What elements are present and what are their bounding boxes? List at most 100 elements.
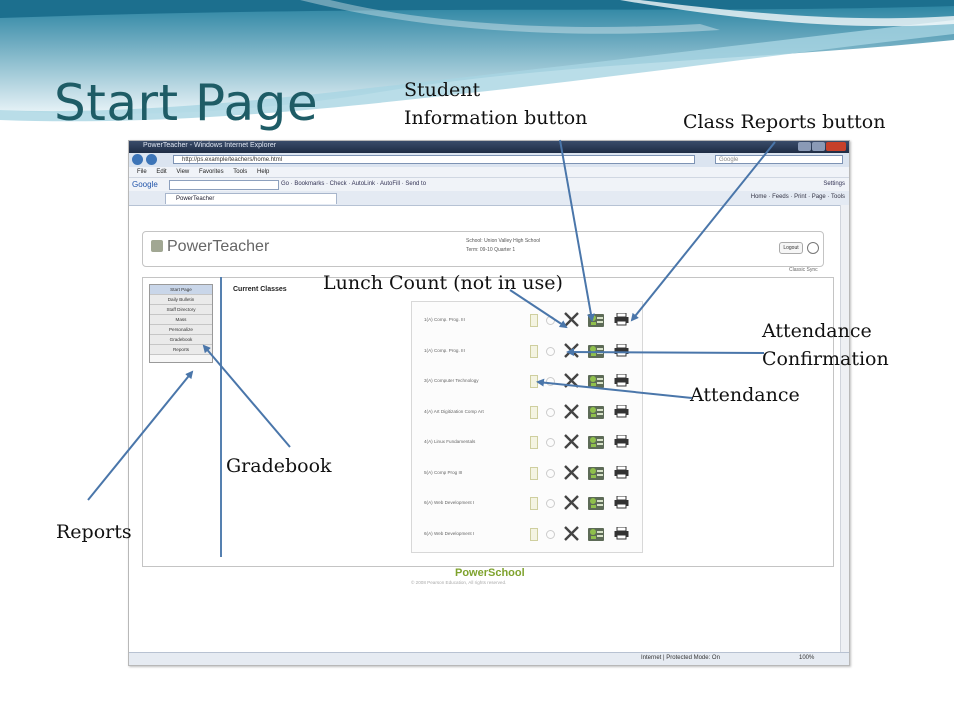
powerschool-brand: PowerSchool [455, 567, 525, 579]
menu-view[interactable]: View [176, 169, 189, 175]
attendance-confirmation-icon[interactable] [546, 529, 555, 539]
attendance-confirmation-icon[interactable] [546, 438, 555, 447]
class-reports-icon[interactable] [614, 343, 629, 357]
student-information-icon[interactable] [587, 402, 605, 420]
attendance-confirmation-icon[interactable] [546, 499, 555, 508]
google-toolbar-tools[interactable]: Go · Bookmarks · Check · AutoLink · Auto… [281, 181, 426, 187]
lunch-count-icon[interactable] [530, 466, 538, 480]
student-information-icon[interactable] [587, 524, 605, 542]
class-row: 4(A) Linux Fundamentals [412, 428, 642, 458]
callout-class-reports: Class Reports button [683, 111, 886, 133]
class-name[interactable]: 6(A) Web Development I [424, 500, 474, 505]
attendance-confirmation-icon[interactable] [546, 316, 555, 325]
logout-button[interactable]: Logout [779, 242, 803, 254]
minimize-button[interactable] [798, 142, 811, 151]
attendance-confirmation-icon[interactable] [546, 468, 555, 478]
browser-title: PowerTeacher - Windows Internet Explorer [143, 142, 277, 149]
class-reports-icon[interactable] [614, 465, 629, 479]
attendance-icon[interactable] [563, 372, 580, 389]
student-information-icon[interactable] [587, 463, 605, 481]
callout-student-information-line2: Information button [404, 107, 588, 129]
lunch-count-icon[interactable] [530, 405, 538, 419]
student-information-icon[interactable] [587, 493, 605, 511]
student-information-icon[interactable] [587, 341, 605, 359]
menu-tools[interactable]: Tools [233, 169, 247, 175]
callout-attendance-confirmation-line1: Attendance [762, 320, 872, 342]
nav-reports[interactable]: Reports [150, 345, 212, 355]
nav-mass[interactable]: Mass [150, 315, 212, 325]
powerteacher-header: PowerTeacher School: Union Valley High S… [142, 231, 824, 267]
callout-attendance: Attendance [690, 384, 800, 406]
google-settings[interactable]: Settings [823, 181, 845, 187]
security-zone: Internet | Protected Mode: On [641, 655, 720, 661]
sub-header: Classic Sync [789, 267, 818, 273]
class-name[interactable]: 4(A) Linux Fundamentals [424, 439, 475, 444]
class-reports-icon[interactable] [614, 526, 629, 540]
lunch-count-icon[interactable] [530, 497, 538, 510]
nav-gradebook[interactable]: Gradebook [150, 335, 212, 345]
menu-favorites[interactable]: Favorites [199, 169, 224, 175]
class-name[interactable]: 1(A) Comp. Prog. III [424, 348, 465, 353]
class-name[interactable]: 3(A) Computer Technology [424, 378, 479, 383]
class-name[interactable]: 6(A) Web Development I [424, 531, 474, 536]
lunch-count-icon[interactable] [530, 527, 538, 541]
attendance-icon[interactable] [563, 311, 580, 328]
class-name[interactable]: 1(A) Comp. Prog. III [424, 317, 465, 322]
callout-attendance-confirmation-line2: Confirmation [762, 348, 889, 370]
callout-lunch-count: Lunch Count (not in use) [323, 272, 563, 294]
nav-divider [220, 277, 222, 557]
forward-icon[interactable] [146, 154, 157, 165]
class-row: 3(A) Computer Technology [412, 367, 642, 397]
nav-start-page[interactable]: Start Page [150, 285, 212, 295]
class-reports-icon[interactable] [614, 496, 629, 509]
attendance-icon[interactable] [563, 525, 580, 542]
nav-personalize[interactable]: Personalize [150, 325, 212, 335]
attendance-icon[interactable] [563, 433, 580, 450]
lunch-count-icon[interactable] [530, 375, 538, 388]
menu-help[interactable]: Help [257, 169, 269, 175]
attendance-icon[interactable] [563, 464, 580, 481]
class-name[interactable]: 4(A) Art Digitization Comp Art [424, 409, 484, 414]
back-icon[interactable] [132, 154, 143, 165]
attendance-icon[interactable] [563, 494, 580, 511]
class-reports-icon[interactable] [614, 313, 629, 326]
class-row: 4(A) Art Digitization Comp Art [412, 398, 642, 428]
command-bar[interactable]: Home · Feeds · Print · Page · Tools [751, 194, 845, 200]
class-name[interactable]: 5(A) Comp Prog III [424, 470, 462, 475]
lunch-count-icon[interactable] [530, 314, 538, 327]
student-information-icon[interactable] [587, 371, 605, 389]
student-information-icon[interactable] [587, 432, 605, 450]
zoom-level[interactable]: 100% [799, 655, 814, 661]
google-search-input[interactable] [169, 180, 279, 190]
search-input[interactable]: Google [715, 155, 843, 164]
vertical-scrollbar[interactable] [840, 205, 849, 653]
nav-staff-directory[interactable]: Staff Directory [150, 305, 212, 315]
lunch-count-icon[interactable] [530, 436, 538, 449]
address-bar[interactable]: http://ps.example/teachers/home.html [173, 155, 695, 164]
menu-file[interactable]: File [137, 169, 147, 175]
help-icon[interactable] [807, 242, 819, 254]
attendance-confirmation-icon[interactable] [546, 377, 555, 386]
menu-edit[interactable]: Edit [156, 169, 166, 175]
lunch-count-icon[interactable] [530, 344, 538, 358]
class-reports-icon[interactable] [614, 374, 629, 387]
tab-powerteacher[interactable]: PowerTeacher [165, 193, 337, 204]
attendance-icon[interactable] [563, 403, 580, 420]
attendance-confirmation-icon[interactable] [546, 346, 555, 356]
callout-student-information-line1: Student [404, 79, 481, 101]
powerteacher-logo-icon [151, 240, 163, 252]
close-button[interactable] [826, 142, 846, 151]
class-row: 6(A) Web Development I [412, 489, 642, 519]
attendance-confirmation-icon[interactable] [546, 407, 555, 417]
class-row: 1(A) Comp. Prog. III [412, 337, 642, 367]
browser-status-bar: Internet | Protected Mode: On 100% [129, 652, 849, 665]
powerteacher-logo-text: PowerTeacher [167, 238, 270, 255]
class-row: 6(A) Web Development I [412, 520, 642, 550]
maximize-button[interactable] [812, 142, 825, 151]
student-information-icon[interactable] [587, 310, 605, 328]
class-reports-icon[interactable] [614, 435, 629, 448]
class-reports-icon[interactable] [614, 404, 629, 418]
attendance-icon[interactable] [563, 342, 580, 359]
nav-daily-bulletin[interactable]: Daily Bulletin [150, 295, 212, 305]
window-controls [798, 142, 846, 151]
